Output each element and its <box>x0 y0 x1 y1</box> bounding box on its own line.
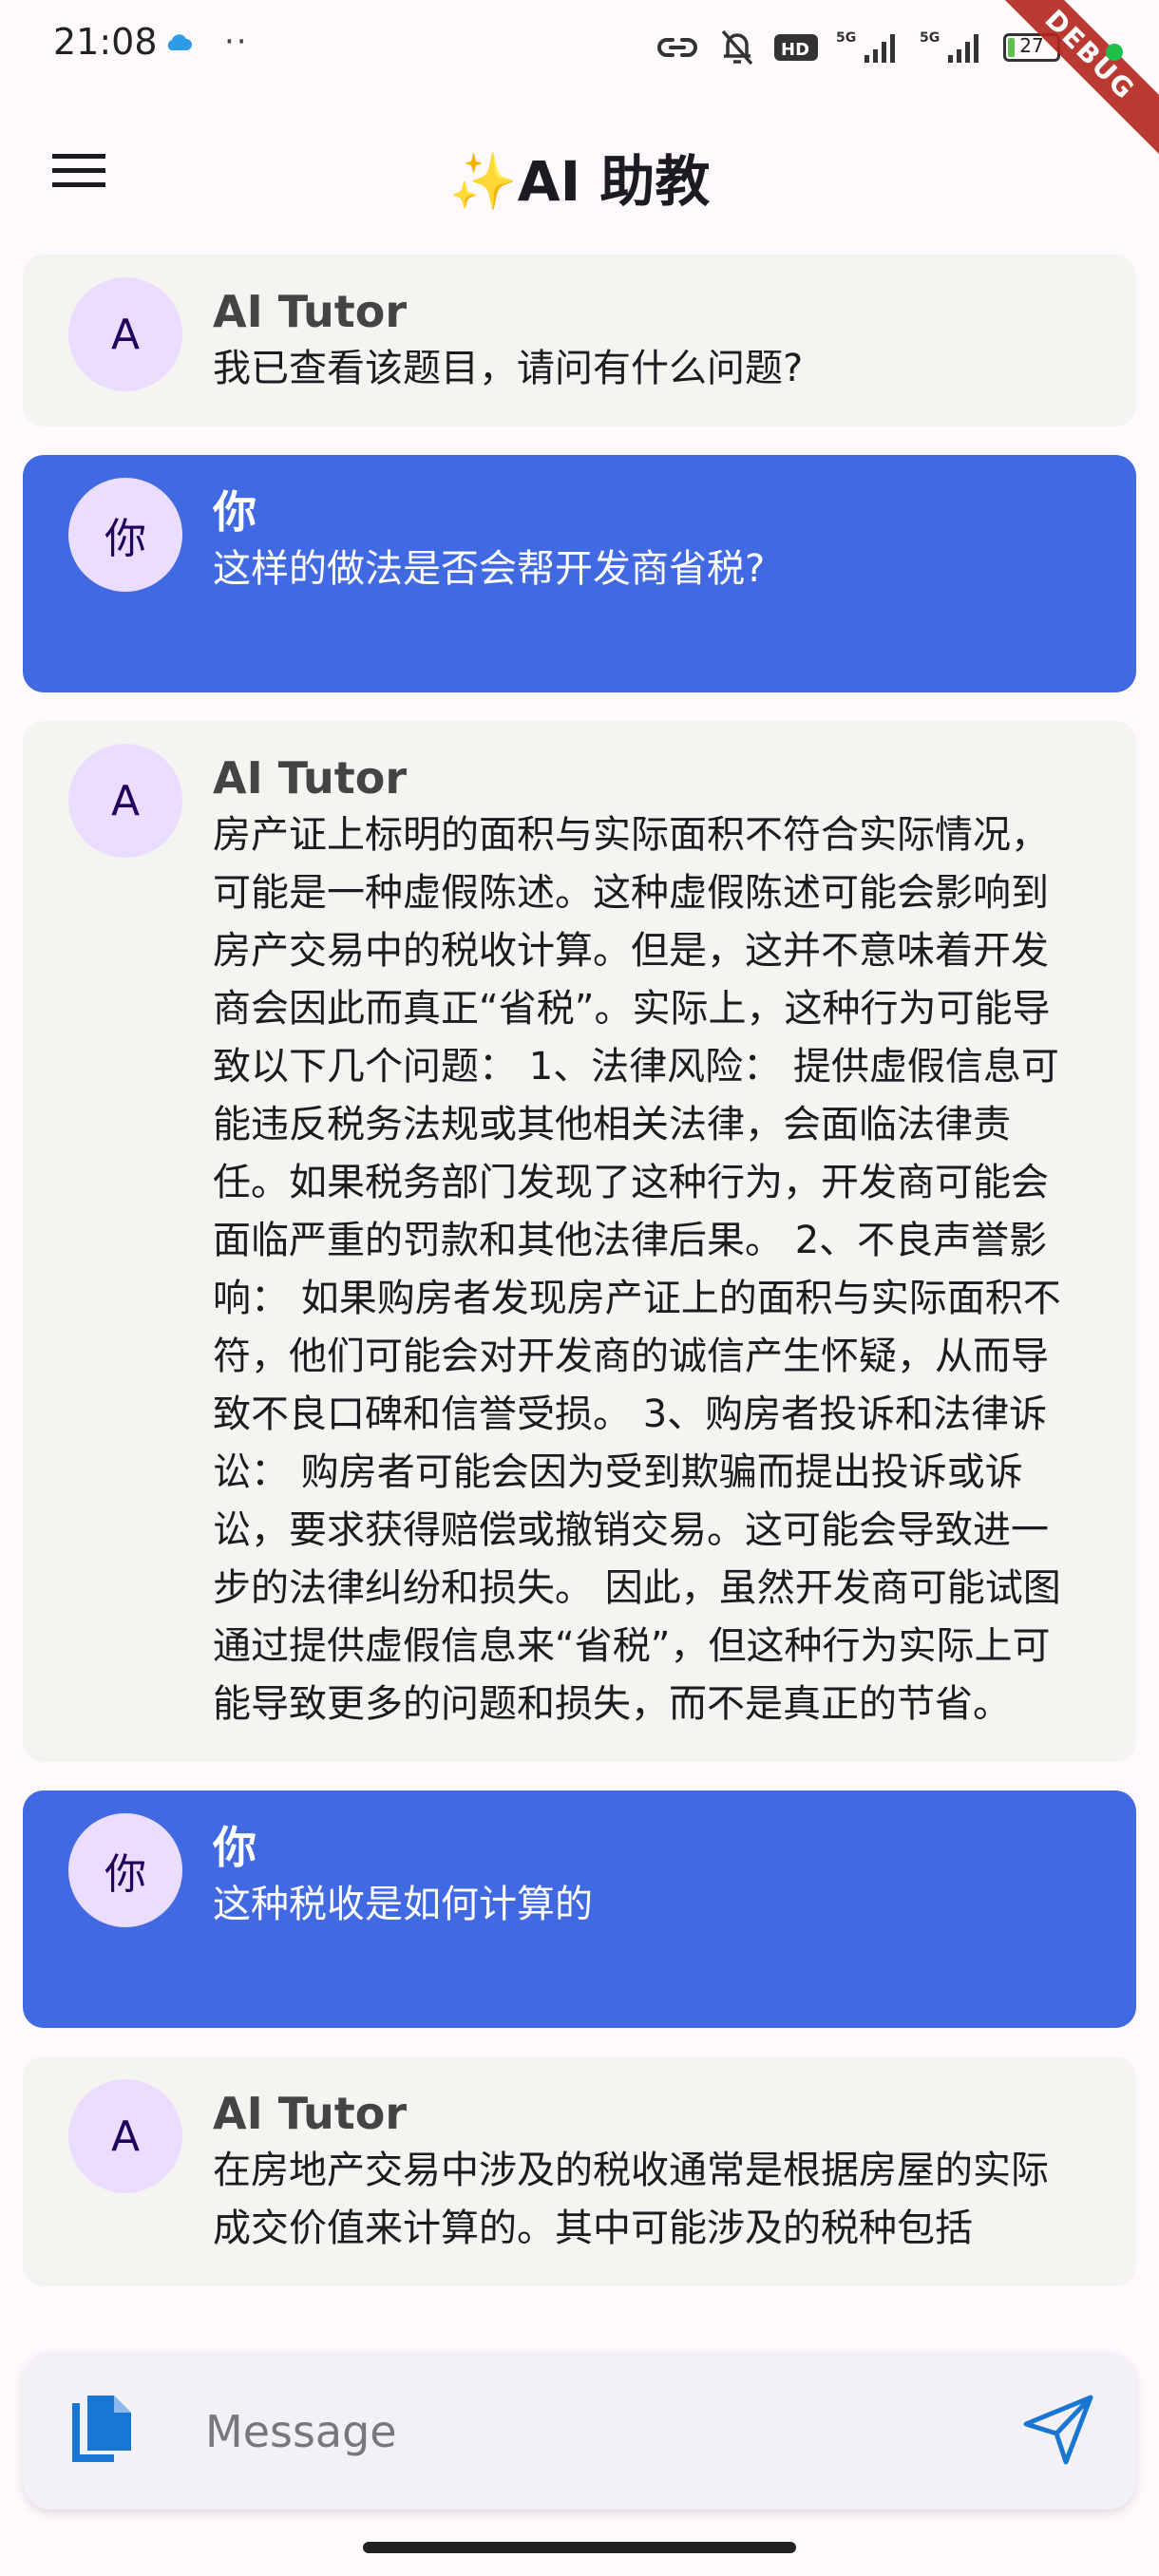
user-message: 你你这样的做法是否会帮开发商省税? <box>23 455 1136 692</box>
file-copy-icon[interactable] <box>65 2392 141 2470</box>
message-text: 在房地产交易中涉及的税收通常是根据房屋的实际成交价值来计算的。其中可能涉及的税种… <box>213 2149 1049 2250</box>
privacy-indicator-dot <box>1106 44 1123 61</box>
link-icon <box>657 38 697 57</box>
bell-off-icon <box>721 29 753 66</box>
hd-icon: HD <box>774 34 818 61</box>
cloud-icon <box>167 34 192 50</box>
chat-message-list[interactable]: A AI Tutor 我已查看该题目，请问有什么问题? 你你这样的做法是否会帮开发商省… <box>23 255 1136 2330</box>
message-text: 这种税收是如何计算的 <box>213 1883 593 1926</box>
hd-badge-text: HD <box>781 40 809 60</box>
ai-message: A AI Tutor 房产证上标明的面积与实际面积不符合实际情况，可能是一种虚假陈述… <box>23 721 1136 1762</box>
user-message: 你你这种税收是如何计算的 <box>23 1790 1136 2028</box>
send-icon[interactable] <box>1018 2390 1098 2470</box>
message-input[interactable] <box>203 2388 986 2475</box>
ai-message: A AI Tutor 在房地产交易中涉及的税收通常是根据房屋的实际成交价值来计算的。… <box>23 2056 1136 2286</box>
avatar: A <box>68 277 182 391</box>
home-indicator[interactable] <box>363 2542 796 2553</box>
avatar: A <box>68 2079 182 2193</box>
message-sender: AI Tutor <box>213 2088 408 2139</box>
message-text: 房产证上标明的面积与实际面积不符合实际情况，可能是一种虚假陈述。这种虚假陈述可能… <box>213 813 1061 1726</box>
signal-icon: 5G <box>920 30 978 63</box>
network-type-2: 5G <box>920 30 940 46</box>
message-text: 我已查看该题目，请问有什么问题? <box>213 347 804 390</box>
ai-message: A AI Tutor 我已查看该题目，请问有什么问题? <box>23 255 1136 426</box>
status-more-dots: ·· <box>224 23 249 61</box>
network-type-1: 5G <box>836 30 856 46</box>
status-time: 21:08 <box>53 21 158 63</box>
message-composer <box>23 2352 1136 2510</box>
message-sender: AI Tutor <box>213 286 408 337</box>
message-sender: 你 <box>213 486 256 538</box>
message-text: 这样的做法是否会帮开发商省税? <box>213 547 766 591</box>
avatar: A <box>68 744 182 858</box>
avatar: 你 <box>68 1813 182 1927</box>
message-sender: 你 <box>213 1822 256 1873</box>
page-title: ✨AI 助教 <box>448 149 711 214</box>
status-bar: 21:08 ·· HD 5G 5G 27 DEBUG <box>0 0 1159 161</box>
avatar: 你 <box>68 478 182 592</box>
message-sender: AI Tutor <box>213 752 408 804</box>
status-icons: HD 5G 5G 27 <box>654 27 1060 68</box>
signal-icon: 5G <box>836 30 895 63</box>
app-bar: ✨AI 助教 <box>0 95 1159 247</box>
